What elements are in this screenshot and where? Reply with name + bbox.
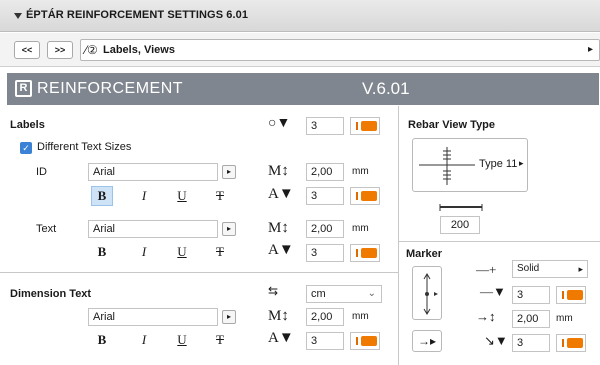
text-pen-icon: A▼ (268, 242, 294, 258)
product-banner: R REINFORCEMENT V.6.01 (7, 73, 599, 105)
text-underline-button[interactable]: U (171, 242, 193, 262)
text-size-icon: M↕ (268, 163, 289, 179)
rebar-view-type-value: Type 11 (479, 158, 518, 170)
marker-line-select[interactable]: Solid ▸ (512, 260, 588, 278)
id-bold-button[interactable]: B (91, 186, 113, 206)
labels-pen-field[interactable]: 3 (306, 117, 344, 135)
text-italic-button[interactable]: I (133, 242, 155, 262)
dimension-bold-button[interactable]: B (91, 330, 113, 350)
marker-arrow-button[interactable]: →▸ (412, 330, 442, 352)
text-size-field[interactable]: 2,00 (306, 220, 344, 238)
chevron-right-icon: ▸ (519, 158, 524, 168)
dimension-font-field[interactable]: Arial (88, 308, 218, 326)
marker-pen2-field[interactable]: 3 (512, 334, 550, 352)
chevron-down-icon: ⌄ (367, 288, 376, 299)
text-pen-icon: ↘▼ (484, 333, 508, 348)
text-size-unit: mm (352, 223, 369, 234)
length-dimension-icon (439, 204, 483, 211)
dimension-heading: Dimension Text (10, 288, 92, 300)
next-page-button[interactable]: >> (47, 41, 73, 59)
pen-icon: ○▼ (268, 116, 291, 131)
dimension-unit-value: cm (311, 288, 326, 300)
dimension-pen-field[interactable]: 3 (306, 332, 344, 350)
text-size-icon: M↕ (268, 308, 289, 324)
panel-divider (398, 241, 600, 242)
panel-divider (0, 272, 398, 273)
line-type-icon: —+ (476, 262, 497, 277)
dimension-size-field[interactable]: 2,00 (306, 308, 344, 326)
text-pen-field[interactable]: 3 (306, 244, 344, 262)
text-bold-button[interactable]: B (91, 242, 113, 262)
id-size-field[interactable]: 2,00 (306, 163, 344, 181)
id-strike-button[interactable]: T (209, 186, 231, 206)
dimension-icon: ⇆ (268, 284, 279, 298)
pen-icon: —▼ (480, 284, 506, 299)
marker-pen2-color[interactable] (556, 334, 586, 352)
title-bar[interactable]: ÉPTÁR REINFORCEMENT SETTINGS 6.01 (0, 0, 600, 32)
different-sizes-label: Different Text Sizes (37, 141, 132, 153)
text-pen-color[interactable] (350, 244, 380, 262)
id-font-field[interactable]: Arial (88, 163, 218, 181)
chevron-right-icon: ▸ (578, 264, 583, 274)
rebar-view-icon (419, 147, 475, 185)
prev-page-button[interactable]: << (14, 41, 40, 59)
id-label: ID (36, 166, 47, 178)
marker-style-button[interactable] (412, 266, 442, 320)
text-strike-button[interactable]: T (209, 242, 231, 262)
text-font-field[interactable]: Arial (88, 220, 218, 238)
marker-pen-field[interactable]: 3 (512, 286, 550, 304)
dimension-unit-select[interactable]: cm ⌄ (306, 285, 382, 303)
id-size-unit: mm (352, 166, 369, 177)
text-label: Text (36, 223, 57, 235)
dimension-size-unit: mm (352, 311, 369, 322)
product-name: REINFORCEMENT (37, 80, 184, 97)
window-title: ÉPTÁR REINFORCEMENT SETTINGS 6.01 (26, 9, 249, 21)
text-pen-icon: A▼ (268, 186, 294, 202)
labels-pen-color[interactable] (350, 117, 380, 135)
marker-size-unit: mm (556, 313, 573, 324)
page-selector[interactable]: ⁄② Labels, Views ▸ (80, 39, 600, 61)
logo-icon: R (15, 80, 32, 97)
rebar-view-heading: Rebar View Type (408, 119, 496, 131)
marker-heading: Marker (406, 248, 443, 260)
id-italic-button[interactable]: I (133, 186, 155, 206)
marker-pen-color[interactable] (556, 286, 586, 304)
text-size-icon: M↕ (268, 220, 289, 236)
panel-divider (398, 106, 399, 365)
product-version: V.6.01 (362, 79, 410, 98)
labels-heading: Labels (10, 119, 45, 131)
dimension-strike-button[interactable]: T (209, 330, 231, 350)
marker-line-value: Solid (517, 263, 540, 274)
different-sizes-checkbox[interactable]: ✓ (20, 142, 32, 154)
id-pen-field[interactable]: 3 (306, 187, 344, 205)
page-icon: ⁄② (85, 43, 98, 57)
dimension-font-arrow[interactable]: ▸ (222, 310, 236, 324)
text-pen-icon: A▼ (268, 330, 294, 346)
dimension-pen-color[interactable] (350, 332, 380, 350)
chevron-right-icon: ▸ (587, 44, 593, 55)
page-name: Labels, Views (103, 44, 175, 56)
size-icon: →↕ (476, 309, 496, 324)
nav-bar: << >> ⁄② Labels, Views ▸ (0, 33, 600, 67)
dimension-underline-button[interactable]: U (171, 330, 193, 350)
id-pen-color[interactable] (350, 187, 380, 205)
rebar-length-field[interactable]: 200 (440, 216, 480, 234)
dimension-italic-button[interactable]: I (133, 330, 155, 350)
id-font-arrow[interactable]: ▸ (222, 165, 236, 179)
rebar-view-type-button[interactable]: Type 11 ▸ (412, 138, 528, 192)
id-underline-button[interactable]: U (171, 186, 193, 206)
marker-icon (423, 273, 438, 315)
collapse-icon[interactable] (14, 13, 22, 19)
text-font-arrow[interactable]: ▸ (222, 222, 236, 236)
marker-size-field[interactable]: 2,00 (512, 310, 550, 328)
